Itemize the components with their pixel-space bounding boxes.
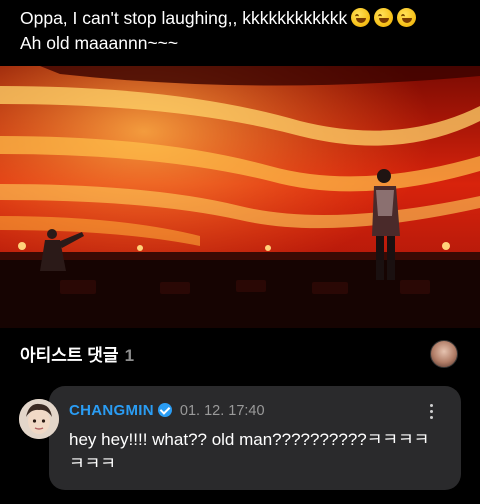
laughing-emoji-icon bbox=[374, 8, 394, 27]
comment-timestamp: 01. 12. 17:40 bbox=[179, 403, 265, 419]
comment-author[interactable]: CHANGMIN bbox=[69, 402, 154, 419]
more-options-icon[interactable] bbox=[425, 402, 437, 422]
artist-comments-count: 1 bbox=[124, 346, 135, 365]
avatar-photo bbox=[19, 399, 59, 439]
laughing-emoji-icon bbox=[397, 8, 417, 27]
post-caption-line-1: Oppa, I can't stop laughing,, kkkkkkkkkk… bbox=[20, 6, 470, 31]
comment-author-avatar[interactable] bbox=[19, 399, 59, 439]
comment-meta: CHANGMIN 01. 12. 17:40 bbox=[69, 402, 265, 419]
laughing-emoji-icon bbox=[351, 8, 371, 27]
artist-comment-card[interactable]: CHANGMIN 01. 12. 17:40 hey hey!!!! what??… bbox=[49, 386, 461, 490]
comment-text: hey hey!!!! what?? old man??????????ㅋㅋㅋㅋ… bbox=[69, 430, 430, 473]
current-user-avatar[interactable] bbox=[430, 340, 458, 368]
post-caption: Oppa, I can't stop laughing,, kkkkkkkkkk… bbox=[20, 6, 470, 56]
post-caption-line-2: Ah old maaannn~~~ bbox=[20, 33, 179, 53]
video-player[interactable] bbox=[0, 66, 480, 328]
verified-badge-icon bbox=[157, 403, 172, 417]
concert-stage-image bbox=[0, 66, 480, 328]
artist-comments-title: 아티스트 댓글 bbox=[20, 346, 119, 365]
artist-comments-header: 아티스트 댓글 1 bbox=[20, 341, 134, 365]
